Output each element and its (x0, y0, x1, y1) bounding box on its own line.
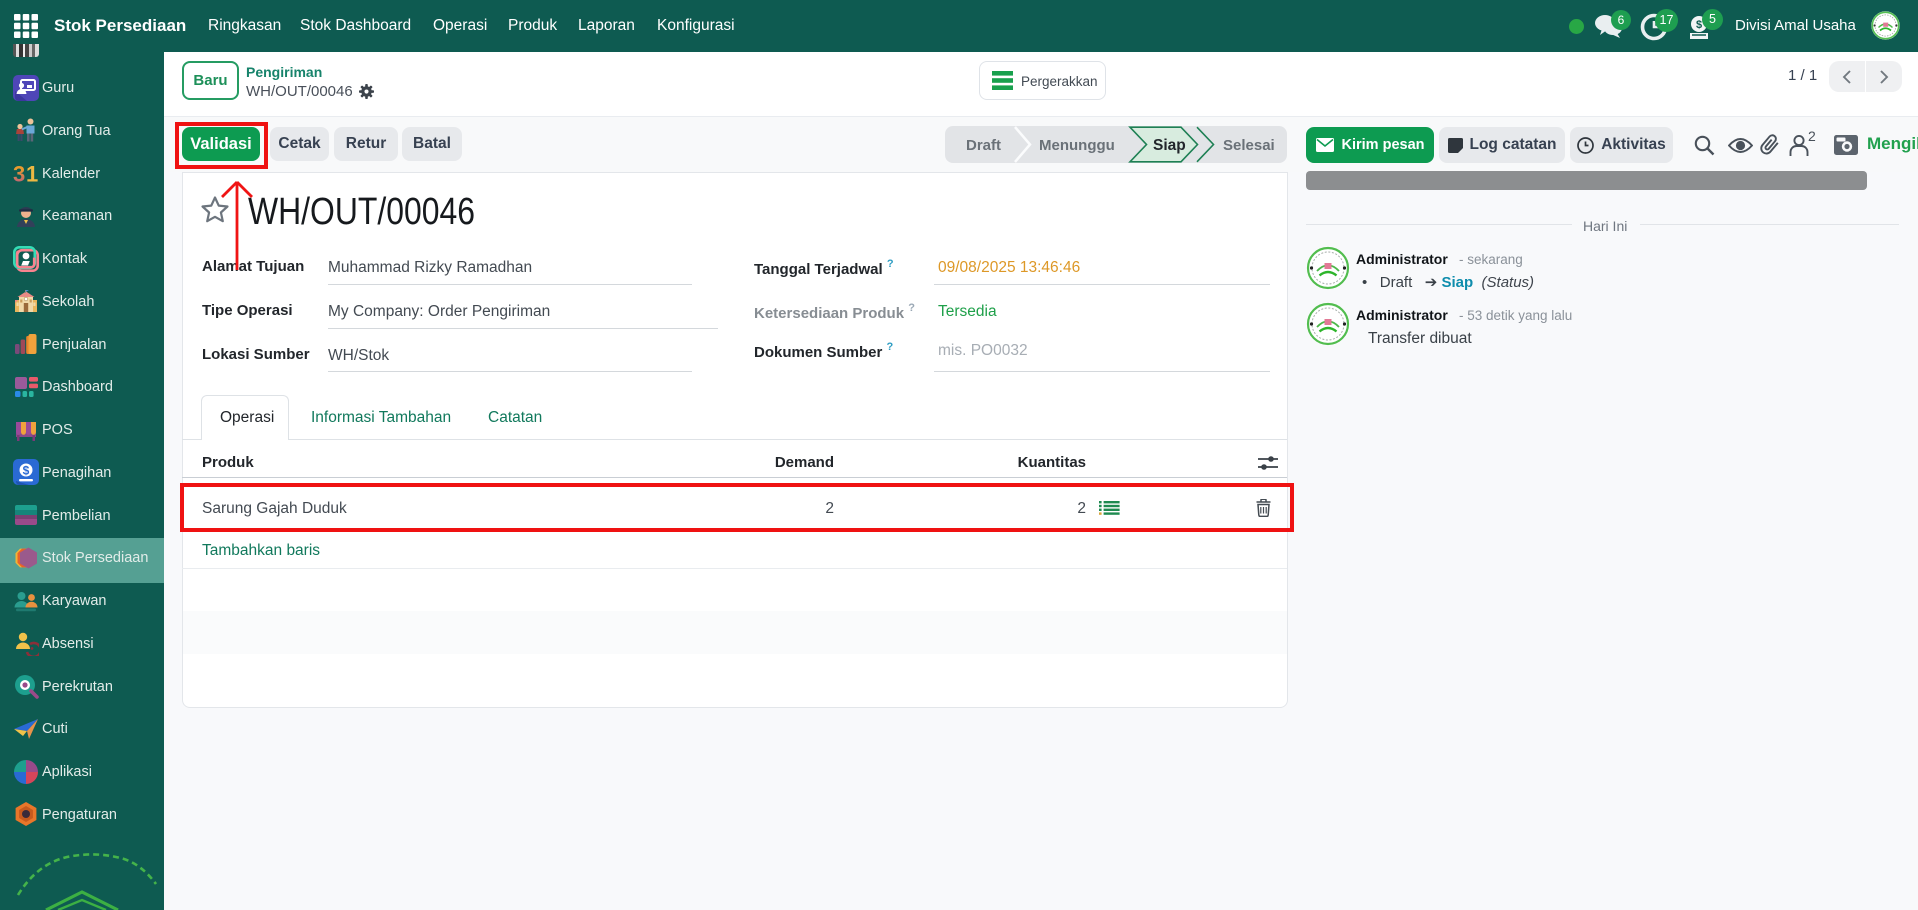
svg-text:1: 1 (26, 162, 38, 187)
svg-text:$: $ (23, 464, 30, 478)
svg-text:3: 3 (13, 162, 25, 187)
